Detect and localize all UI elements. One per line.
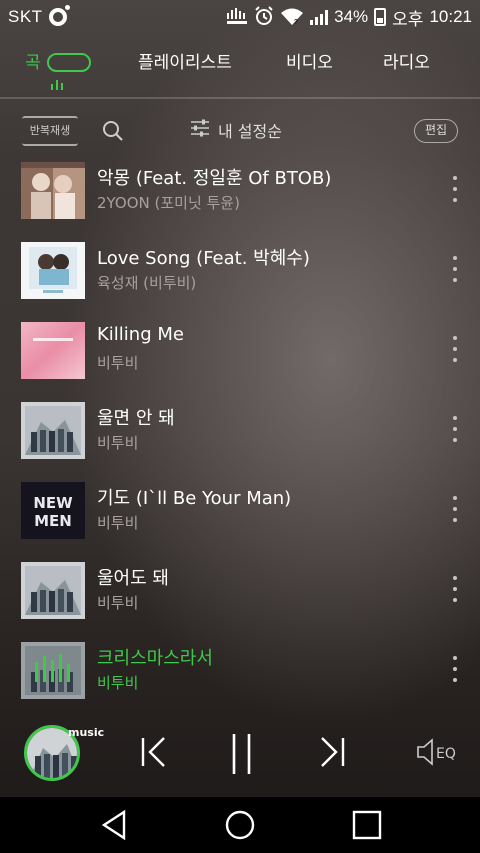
skip-next-icon bbox=[321, 737, 345, 767]
search-icon[interactable] bbox=[102, 120, 124, 142]
more-options-icon[interactable] bbox=[450, 576, 460, 602]
clock: 10:21 bbox=[429, 7, 472, 26]
song-row[interactable]: Love Song (Feat. 박혜수) 육성재 (비투비) bbox=[0, 230, 480, 310]
album-art bbox=[21, 322, 85, 379]
song-artist: 비투비 bbox=[97, 354, 139, 372]
home-icon[interactable] bbox=[224, 809, 256, 841]
album-text-men: MEN bbox=[34, 512, 72, 530]
edit-button[interactable]: 편집 bbox=[414, 119, 458, 143]
list-toolbar: 반복재생 내 설정순 편집 bbox=[0, 112, 480, 152]
album-art bbox=[21, 162, 85, 219]
more-options-icon[interactable] bbox=[450, 416, 460, 442]
status-bar: SKT ? 34% 오후 10:21 bbox=[0, 0, 480, 34]
time-ampm: 오후 bbox=[392, 9, 424, 29]
carrier-name: SKT bbox=[8, 7, 43, 26]
song-title: 악몽 (Feat. 정일훈 Of BTOB) bbox=[97, 168, 332, 189]
more-options-icon[interactable] bbox=[450, 176, 460, 202]
previous-track-button[interactable] bbox=[140, 732, 168, 776]
album-art bbox=[21, 562, 85, 619]
song-title: 울면 안 돼 bbox=[97, 408, 175, 429]
album-art bbox=[21, 402, 85, 459]
hifi-icon bbox=[226, 7, 248, 27]
song-artist: 2YOON (포미닛 투윤) bbox=[97, 194, 240, 212]
pause-button[interactable] bbox=[230, 732, 254, 780]
equalizer-button[interactable]: EQ bbox=[416, 736, 458, 772]
song-artist: 비투비 bbox=[97, 674, 139, 692]
more-options-icon[interactable] bbox=[450, 256, 460, 282]
song-artist: 비투비 bbox=[97, 594, 139, 612]
song-list: 악몽 (Feat. 정일훈 Of BTOB) 2YOON (포미닛 투윤) Lo… bbox=[0, 150, 480, 710]
mini-player: music EQ bbox=[0, 712, 480, 797]
recent-apps-icon[interactable] bbox=[352, 809, 382, 841]
category-tabs: 곡 플레이리스트 비디오 라디오 bbox=[0, 40, 480, 92]
sort-label: 내 설정순 bbox=[218, 122, 282, 141]
song-title: Love Song (Feat. 박혜수) bbox=[97, 248, 310, 269]
battery-icon bbox=[374, 8, 387, 26]
sliders-icon bbox=[190, 119, 210, 141]
tab-songs[interactable]: 곡 bbox=[25, 48, 91, 90]
back-icon[interactable] bbox=[100, 809, 128, 841]
song-row[interactable]: 울어도 돼 비투비 bbox=[0, 550, 480, 630]
song-artist: 비투비 bbox=[97, 514, 139, 532]
song-artist: 육성재 (비투비) bbox=[97, 274, 197, 292]
song-artist: 비투비 bbox=[97, 434, 139, 452]
svg-text:?: ? bbox=[294, 19, 298, 25]
repeat-button[interactable]: 반복재생 bbox=[22, 116, 78, 146]
song-row[interactable]: 울면 안 돼 비투비 bbox=[0, 390, 480, 470]
signal-icon bbox=[310, 9, 329, 25]
album-art bbox=[21, 242, 85, 299]
song-count-badge bbox=[46, 53, 91, 72]
tab-video[interactable]: 비디오 bbox=[286, 48, 333, 73]
song-title: Killing Me bbox=[97, 324, 184, 345]
more-options-icon[interactable] bbox=[450, 656, 460, 682]
skip-previous-icon bbox=[141, 737, 165, 767]
tab-playlist[interactable]: 플레이리스트 bbox=[138, 48, 232, 73]
album-art bbox=[21, 642, 85, 699]
music-app: SKT ? 34% 오후 10:21 곡 플레이리스트 비디오 라디오 반복재생… bbox=[0, 0, 480, 797]
song-row[interactable]: 악몽 (Feat. 정일훈 Of BTOB) 2YOON (포미닛 투윤) bbox=[0, 150, 480, 230]
speaker-icon bbox=[417, 738, 433, 766]
song-row[interactable]: Killing Me 비투비 bbox=[0, 310, 480, 390]
notification-icon bbox=[48, 5, 70, 26]
song-title: 크리스마스라서 bbox=[97, 648, 213, 669]
wifi-icon: ? bbox=[280, 7, 304, 27]
song-title: 기도 (I`ll Be Your Man) bbox=[97, 488, 292, 509]
more-options-icon[interactable] bbox=[450, 496, 460, 522]
eq-label: EQ bbox=[436, 746, 456, 762]
battery-percent: 34% bbox=[334, 7, 369, 26]
tab-songs-label: 곡 bbox=[25, 53, 41, 73]
sort-button[interactable]: 내 설정순 bbox=[190, 118, 282, 142]
song-title: 울어도 돼 bbox=[97, 568, 169, 589]
tab-radio[interactable]: 라디오 bbox=[383, 48, 430, 73]
next-track-button[interactable] bbox=[318, 732, 346, 776]
now-playing-indicator-icon bbox=[51, 80, 63, 90]
alarm-icon bbox=[254, 6, 274, 28]
more-options-icon[interactable] bbox=[450, 336, 460, 362]
album-text-new: NEW bbox=[33, 494, 73, 512]
song-row-now-playing[interactable]: 크리스마스라서 비투비 bbox=[0, 630, 480, 710]
song-row[interactable]: NEW MEN 기도 (I`ll Be Your Man) 비투비 bbox=[0, 470, 480, 550]
pause-icon bbox=[232, 734, 251, 774]
album-art: NEW MEN bbox=[21, 482, 85, 539]
tabs-divider bbox=[0, 97, 480, 99]
system-navigation-bar bbox=[0, 797, 480, 853]
mini-player-label: music bbox=[68, 726, 105, 739]
